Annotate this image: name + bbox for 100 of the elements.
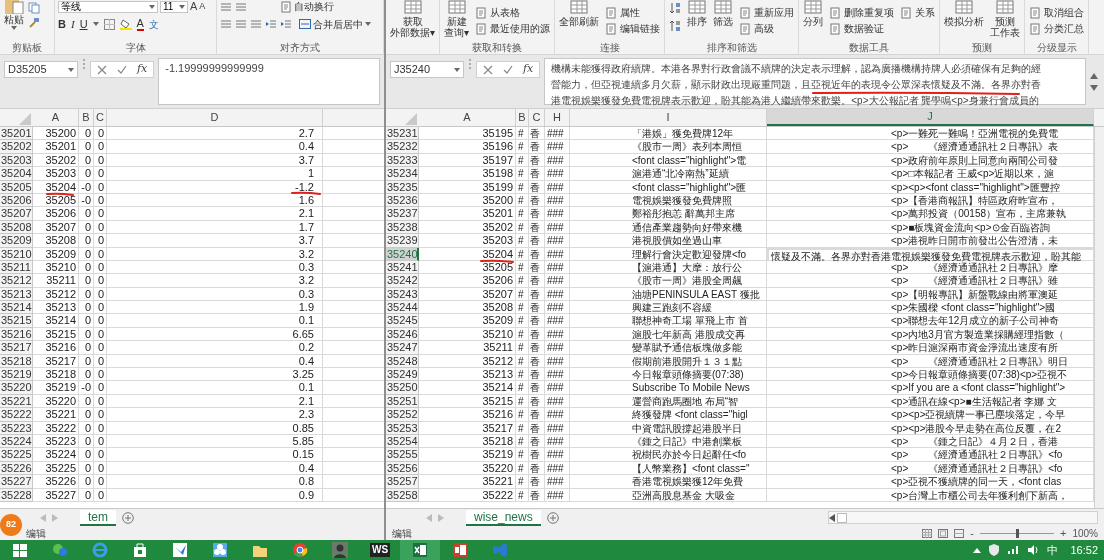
row-header[interactable]: 35217	[0, 341, 33, 355]
volume-icon[interactable]	[1027, 545, 1040, 555]
windows-logo-icon[interactable]	[11, 541, 29, 559]
person-icon[interactable]	[331, 541, 349, 559]
bold-button[interactable]: B	[58, 15, 66, 33]
sheet-tab[interactable]: tem	[80, 509, 116, 526]
row-header[interactable]: 35202	[0, 140, 33, 154]
column-header[interactable]: D	[107, 109, 323, 126]
caret-icon[interactable]	[11, 26, 17, 30]
cancel-icon[interactable]	[97, 64, 107, 75]
ribbon-button[interactable]: 获取 外部数据▾	[390, 0, 435, 40]
check-icon[interactable]	[503, 64, 513, 75]
chrome-icon[interactable]	[291, 541, 309, 559]
italic-button[interactable]: I	[70, 15, 75, 33]
zoom-slider[interactable]	[1016, 528, 1019, 538]
caret-icon[interactable]	[454, 67, 460, 72]
ribbon-button[interactable]: 高级	[739, 22, 794, 36]
page-break-icon[interactable]	[954, 528, 965, 538]
table-icon[interactable]	[955, 0, 973, 14]
table-icon[interactable]	[403, 0, 422, 14]
add-sheet-icon[interactable]	[546, 511, 559, 524]
taskbar-app-button[interactable]: WS	[369, 543, 391, 557]
document-icon[interactable]	[739, 23, 751, 36]
chat-icon[interactable]	[51, 541, 69, 559]
spreadsheet-app-icon[interactable]	[411, 541, 429, 559]
ribbon-button[interactable]: 模拟分析	[944, 0, 984, 40]
tab-left-icon[interactable]	[426, 513, 432, 522]
column-header[interactable]: C	[529, 109, 545, 126]
ribbon-button[interactable]: 重新应用	[739, 6, 794, 20]
row-header[interactable]: 35222	[0, 408, 33, 422]
column-header[interactable]: A	[419, 109, 516, 126]
name-box[interactable]: D35205	[4, 61, 78, 78]
row-header[interactable]: 35220	[0, 381, 33, 395]
copy-icon[interactable]	[28, 2, 40, 14]
table-icon[interactable]	[996, 0, 1014, 14]
cloud-icon[interactable]	[211, 541, 229, 559]
row-header[interactable]: 35201	[0, 127, 33, 141]
document-icon[interactable]	[1029, 23, 1041, 36]
page-layout-icon[interactable]	[938, 528, 949, 538]
align-icon[interactable]	[235, 1, 247, 12]
table-icon[interactable]	[570, 0, 588, 14]
row-header[interactable]: 35209	[0, 234, 33, 248]
caret-icon[interactable]	[179, 4, 185, 9]
formula-field[interactable]: -1.19999999999999	[158, 58, 380, 105]
sheet-tab[interactable]: wise_news	[466, 509, 541, 526]
row-header[interactable]: 35212	[0, 274, 33, 288]
underline-button[interactable]: U	[79, 15, 88, 33]
ribbon-button[interactable]: 排序	[687, 0, 707, 40]
tab-right-icon[interactable]	[52, 513, 58, 522]
row-header[interactable]: 35252	[386, 408, 419, 422]
ribbon-button[interactable]: 属性	[605, 6, 660, 20]
phonetic-button[interactable]: 文	[148, 16, 159, 32]
column-header[interactable]: A	[33, 109, 79, 126]
align-icon[interactable]	[235, 19, 247, 29]
caret-icon[interactable]	[92, 22, 99, 26]
paste-button[interactable]: 粘贴	[3, 0, 25, 40]
document-icon[interactable]	[280, 0, 292, 13]
row-header[interactable]: 35257	[386, 475, 419, 489]
zoom-in-button[interactable]: +	[1060, 527, 1067, 539]
ribbon-button[interactable]: 筛选	[713, 0, 733, 40]
ribbon-button[interactable]: 最近使用的源	[475, 22, 550, 36]
row-header[interactable]: 35219	[0, 368, 33, 382]
row-header[interactable]: 35232	[386, 140, 419, 154]
row-header[interactable]: 35204	[0, 167, 33, 181]
shopping-bag-icon[interactable]	[131, 541, 149, 559]
presentation-app-icon[interactable]	[451, 541, 469, 559]
indent-icon[interactable]	[280, 19, 292, 29]
insert-function-button[interactable]: fx	[523, 61, 534, 78]
row-header[interactable]: 35234	[386, 167, 419, 181]
document-icon[interactable]	[475, 6, 487, 19]
sort-ascending-icon[interactable]	[669, 2, 681, 14]
row-header[interactable]: 35245	[386, 314, 419, 328]
ribbon-button[interactable]: 从表格	[475, 6, 550, 20]
ribbon-button[interactable]: 新建 查询▾	[444, 0, 469, 40]
row-header[interactable]: 35207	[0, 207, 33, 221]
row-header[interactable]: 35239	[386, 234, 419, 248]
row-header[interactable]: 35225	[0, 448, 33, 462]
merge-icon[interactable]	[299, 19, 311, 29]
row-header[interactable]: 35249	[386, 368, 419, 382]
row-header[interactable]: 35215	[0, 314, 33, 328]
network-icon[interactable]	[1007, 545, 1020, 555]
drag-handle-icon[interactable]	[468, 58, 472, 70]
caret-icon[interactable]	[68, 67, 74, 72]
check-icon[interactable]	[117, 64, 127, 75]
ribbon-button[interactable]: 数据验证	[829, 22, 894, 36]
grow-font-button[interactable]: A	[190, 0, 198, 15]
font-color-button[interactable]: A	[136, 17, 144, 31]
ribbon-button[interactable]: 编辑链接	[605, 22, 660, 36]
document-icon[interactable]	[739, 6, 751, 19]
expand-tray-icon[interactable]	[973, 547, 982, 553]
row-header[interactable]: 35231	[386, 127, 419, 141]
brush-icon[interactable]	[28, 17, 40, 29]
insert-function-button[interactable]: fx	[137, 61, 148, 78]
align-icon[interactable]	[250, 19, 262, 29]
sort-descending-icon[interactable]	[669, 20, 681, 32]
row-header[interactable]: 35255	[386, 448, 419, 462]
fill-color-icon[interactable]	[119, 18, 132, 30]
drag-handle-icon[interactable]	[82, 58, 86, 70]
shrink-font-button[interactable]: A	[199, 0, 206, 14]
scroll-thumb[interactable]	[837, 512, 847, 523]
